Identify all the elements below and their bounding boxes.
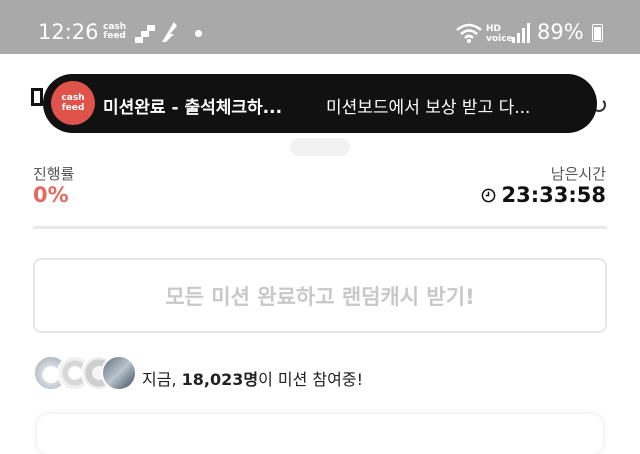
logo-line1: cash [61,93,85,103]
wifi-icon [456,23,482,43]
cashfeed-notification-icon: cash feed [103,23,126,41]
remaining-time: 23:33:58 [481,183,606,207]
stairs-icon [135,25,155,43]
reward-button-label: 모든 미션 완료하고 랜덤캐시 받기! [165,284,475,309]
logo-text: cash feed [61,93,84,113]
participants-count: 18,023명 [181,370,259,389]
participants-suffix: 이 미션 참여중! [258,370,363,389]
notification-dot-icon [195,30,202,37]
remaining-time-label: 남은시간 [550,165,606,183]
back-icon[interactable] [31,88,43,106]
cashfeed-logo-icon: cash feed [51,81,95,125]
status-bar: 12:26 cash feed HD voice 89% [0,0,640,54]
hd-icon-line2: voice [486,34,513,44]
remaining-time-value: 23:33:58 [501,183,606,207]
toast-message: 미션보드에서 보상 받고 다... [326,98,531,118]
clock-icon [481,188,495,202]
cashfeed-icon-line2: feed [103,31,126,41]
participants-prefix: 지금, [142,370,182,389]
toast-title: 미션완료 - 출석체크하... [103,98,283,118]
random-cash-reward-button[interactable]: 모든 미션 완료하고 랜덤캐시 받기! [33,258,607,333]
hd-voice-icon: HD voice [486,24,513,44]
logo-line2: feed [61,103,85,113]
signal-icon [512,23,530,43]
hd-icon-line1: HD [486,24,502,34]
participant-avatars [33,355,137,395]
participants-text: 지금, 18,023명이 미션 참여중! [142,366,363,390]
battery-icon [592,24,603,42]
battery-percent: 89% [537,20,584,44]
header-shadow [290,138,350,156]
progress-value: 0% [33,183,69,207]
notification-toast[interactable]: cash feed 미션완료 - 출석체크하... 미션보드에서 보상 받고 다… [43,74,597,133]
divider [33,226,607,229]
status-time: 12:26 [38,20,99,44]
avatar [101,355,137,391]
mission-card [37,414,603,454]
feather-icon [162,22,177,42]
progress-label: 진행률 [33,165,75,183]
